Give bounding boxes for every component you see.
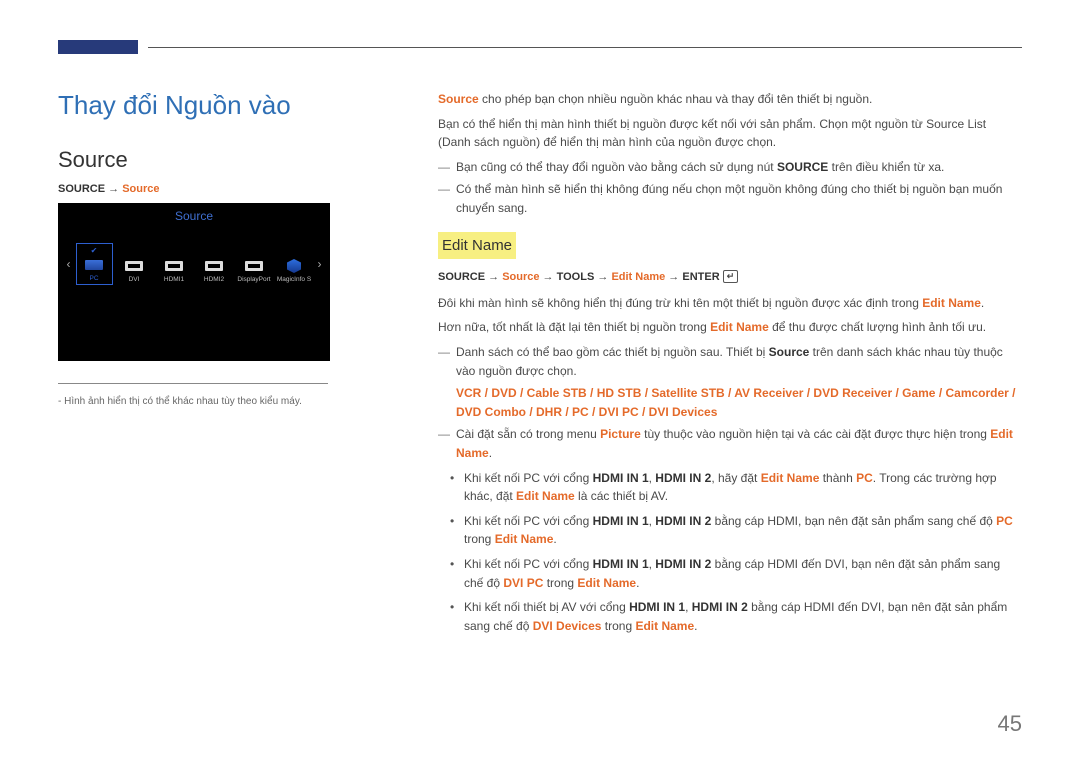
breadcrumb-source-value: Source — [122, 183, 159, 195]
list-item: Danh sách có thể bao gồm các thiết bị ng… — [438, 343, 1022, 421]
horizontal-rule — [148, 47, 1022, 48]
enter-icon: ↵ — [723, 270, 739, 283]
breadcrumb-editname: SOURCE → Source → TOOLS → Edit Name → EN… — [438, 269, 1022, 286]
check-icon: ✔ — [91, 247, 98, 255]
osd-item-row: ‹ ✔ PC DVI HDMI1 — [58, 239, 330, 289]
list-item: Khi kết nối thiết bị AV với cổng HDMI IN… — [438, 598, 1022, 635]
osd-label: DisplayPort — [237, 276, 270, 283]
bullet-list: Khi kết nối PC với cổng HDMI IN 1, HDMI … — [438, 469, 1022, 636]
paragraph: Bạn có thể hiển thị màn hình thiết bị ng… — [438, 115, 1022, 152]
osd-title: Source — [58, 203, 330, 223]
osd-item-pc[interactable]: ✔ PC — [76, 243, 113, 285]
accent-block — [58, 40, 138, 54]
osd-item-hdmi1[interactable]: HDMI1 — [156, 243, 193, 285]
left-column: Thay đổi Nguồn vào Source SOURCE → Sourc… — [58, 90, 398, 693]
hdmi-icon — [164, 260, 184, 272]
osd-item-displayport[interactable]: DisplayPort — [236, 243, 273, 285]
section-heading-editname: Edit Name — [438, 232, 516, 259]
list-item: Cài đặt sẵn có trong menu Picture tùy th… — [438, 425, 1022, 462]
list-item: Khi kết nối PC với cổng HDMI IN 1, HDMI … — [438, 555, 1022, 592]
osd-item-dvi[interactable]: DVI — [116, 243, 153, 285]
osd-label: DVI — [129, 276, 140, 283]
list-item: Khi kết nối PC với cổng HDMI IN 1, HDMI … — [438, 469, 1022, 506]
page-title: Thay đổi Nguồn vào — [58, 90, 398, 121]
list-item: Khi kết nối PC với cổng HDMI IN 1, HDMI … — [438, 512, 1022, 549]
pc-connector-icon — [84, 259, 104, 271]
dash-list: Bạn cũng có thể thay đổi nguồn vào bằng … — [438, 158, 1022, 218]
list-item: Có thể màn hình sẽ hiển thị không đúng n… — [438, 180, 1022, 217]
top-rule — [58, 40, 1022, 60]
hdmi-icon — [204, 260, 224, 272]
osd-arrow-left-icon[interactable]: ‹ — [62, 257, 76, 271]
divider — [58, 383, 328, 384]
section-heading-source: Source — [58, 147, 398, 173]
paragraph: Hơn nữa, tốt nhất là đặt lại tên thiết b… — [438, 318, 1022, 337]
osd-arrow-right-icon[interactable]: › — [313, 257, 327, 271]
image-disclaimer: - Hình ảnh hiển thị có thể khác nhau tùy… — [58, 396, 398, 407]
page-number: 45 — [998, 711, 1022, 737]
osd-items: ✔ PC DVI HDMI1 HDMI2 — [76, 243, 313, 285]
source-osd-screenshot: Source ‹ ✔ PC DVI HDMI1 — [58, 203, 330, 361]
dvi-icon — [124, 260, 144, 272]
osd-label: MagicInfo S — [277, 276, 311, 283]
osd-label: HDMI2 — [204, 276, 224, 283]
main-content: Thay đổi Nguồn vào Source SOURCE → Sourc… — [58, 90, 1022, 693]
displayport-icon — [244, 260, 264, 272]
dash-list: Danh sách có thể bao gồm các thiết bị ng… — [438, 343, 1022, 463]
paragraph: Đôi khi màn hình sẽ không hiển thị đúng … — [438, 294, 1022, 313]
osd-item-magicinfo[interactable]: MagicInfo S — [276, 243, 313, 285]
list-item: Bạn cũng có thể thay đổi nguồn vào bằng … — [438, 158, 1022, 177]
osd-item-hdmi2[interactable]: HDMI2 — [196, 243, 233, 285]
device-list: VCR / DVD / Cable STB / HD STB / Satelli… — [456, 384, 1022, 421]
osd-label: PC — [89, 275, 98, 282]
osd-label: HDMI1 — [164, 276, 184, 283]
magicinfo-icon — [284, 260, 304, 272]
breadcrumb-source-key: SOURCE — [58, 183, 105, 195]
paragraph: Source cho phép bạn chọn nhiều nguồn khá… — [438, 90, 1022, 109]
breadcrumb-source: SOURCE → Source — [58, 183, 398, 195]
right-column: Source cho phép bạn chọn nhiều nguồn khá… — [438, 90, 1022, 693]
